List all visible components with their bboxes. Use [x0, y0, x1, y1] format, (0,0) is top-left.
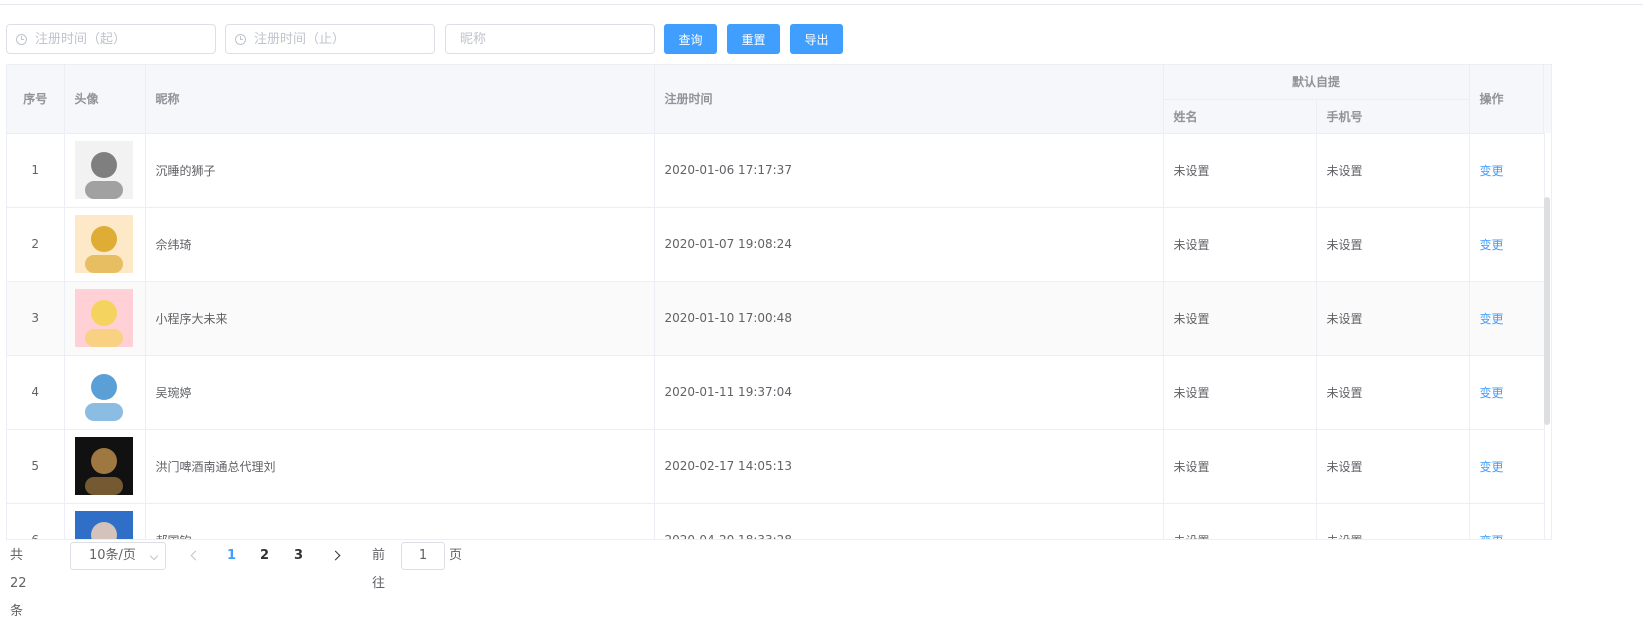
row-action-cell: 变更 [1469, 207, 1545, 282]
change-link[interactable]: 变更 [1480, 238, 1504, 252]
row-nickname: 洪门啤酒南通总代理刘 [145, 429, 655, 504]
row-register-time: 2020-04-20 18:33:28 [654, 503, 1164, 539]
row-register-time: 2020-01-11 19:37:04 [654, 355, 1164, 430]
table-row: 6郝国钧2020-04-20 18:33:28未设置未设置变更 [7, 503, 1545, 540]
avatar [74, 289, 133, 347]
row-index: 4 [7, 355, 65, 430]
page-2-button[interactable]: 2 [260, 542, 269, 570]
row-index: 6 [7, 503, 65, 539]
row-register-time: 2020-02-17 14:05:13 [654, 429, 1164, 504]
table-row: 1 沉睡的狮子 2020-01-06 17:17:37 未设置 未设置 变更 [7, 133, 1545, 208]
avatar [74, 511, 133, 539]
row-name: 未设置 [1163, 281, 1317, 356]
chevron-down-icon [149, 551, 159, 561]
col-header-avatar: 头像 [64, 65, 146, 134]
goto-prefix: 前往 [372, 548, 386, 591]
page-size-select[interactable]: 10条/页 [70, 542, 166, 570]
page-1-button[interactable]: 1 [227, 542, 236, 570]
row-phone: 未设置 [1316, 281, 1470, 356]
avatar [74, 363, 133, 421]
table-scrollbar[interactable] [1544, 197, 1550, 425]
prev-page-button[interactable] [190, 542, 201, 570]
row-nickname: 小程序大未来 [145, 281, 655, 356]
row-action-cell: 变更 [1469, 281, 1545, 356]
row-register-time: 2020-01-07 19:08:24 [654, 207, 1164, 282]
table-row: 3 小程序大未来 2020-01-10 17:00:48 未设置 未设置 变更 [7, 281, 1545, 356]
col-header-index: 序号 [7, 65, 65, 134]
avatar-cell [64, 429, 146, 504]
row-phone: 未设置 [1316, 133, 1470, 208]
change-link[interactable]: 变更 [1480, 534, 1504, 540]
row-action-cell: 变更 [1469, 133, 1545, 208]
start-date-picker[interactable] [6, 24, 216, 54]
page-3-button[interactable]: 3 [294, 542, 303, 570]
row-name: 未设置 [1163, 429, 1317, 504]
row-name: 未设置 [1163, 207, 1317, 282]
avatar-cell [64, 503, 146, 539]
avatar [74, 437, 133, 495]
next-page-button[interactable] [330, 542, 342, 570]
col-header-name: 姓名 [1163, 99, 1317, 134]
start-date-input[interactable] [35, 25, 205, 53]
col-header-default-pickup: 默认自提 [1163, 65, 1470, 100]
col-header-actions: 操作 [1469, 65, 1545, 134]
table-row: 5 洪门啤酒南通总代理刘 2020-02-17 14:05:13 未设置 未设置 变更 [7, 429, 1545, 504]
clock-icon [235, 34, 246, 45]
row-action-cell: 变更 [1469, 355, 1545, 430]
avatar-cell [64, 355, 146, 430]
nickname-field[interactable] [445, 24, 655, 54]
row-name: 未设置 [1163, 503, 1317, 539]
chevron-left-icon [190, 550, 201, 561]
row-name: 未设置 [1163, 133, 1317, 208]
change-link[interactable]: 变更 [1480, 164, 1504, 178]
row-index: 5 [7, 429, 65, 504]
clock-icon [16, 34, 27, 45]
row-register-time: 2020-01-10 17:00:48 [654, 281, 1164, 356]
pagination-total: 共 22 条 [10, 548, 27, 619]
goto-page-input[interactable] [401, 542, 445, 570]
table-header-gutter [1543, 65, 1551, 133]
row-register-time: 2020-01-06 17:17:37 [654, 133, 1164, 208]
avatar [74, 215, 133, 273]
row-action-cell: 变更 [1469, 429, 1545, 504]
query-button[interactable]: 查询 [664, 24, 717, 54]
export-button[interactable]: 导出 [790, 24, 843, 54]
col-header-phone: 手机号 [1316, 99, 1470, 134]
row-phone: 未设置 [1316, 207, 1470, 282]
avatar [74, 141, 133, 199]
row-nickname: 吴琬婷 [145, 355, 655, 430]
row-phone: 未设置 [1316, 355, 1470, 430]
row-name: 未设置 [1163, 355, 1317, 430]
row-phone: 未设置 [1316, 503, 1470, 539]
top-divider [0, 4, 1643, 5]
table-row: 2 佘纬琦 2020-01-07 19:08:24 未设置 未设置 变更 [7, 207, 1545, 282]
avatar-cell [64, 281, 146, 356]
row-nickname: 佘纬琦 [145, 207, 655, 282]
row-index: 2 [7, 207, 65, 282]
goto-suffix: 页 [449, 548, 463, 563]
row-nickname: 沉睡的狮子 [145, 133, 655, 208]
page-size-value: 10条/页 [89, 548, 136, 563]
avatar-cell [64, 133, 146, 208]
change-link[interactable]: 变更 [1480, 460, 1504, 474]
change-link[interactable]: 变更 [1480, 312, 1504, 326]
row-action-cell: 变更 [1469, 503, 1545, 540]
reset-button[interactable]: 重置 [727, 24, 780, 54]
avatar-cell [64, 207, 146, 282]
end-date-picker[interactable] [225, 24, 435, 54]
chevron-right-icon [330, 550, 341, 561]
change-link[interactable]: 变更 [1480, 386, 1504, 400]
row-phone: 未设置 [1316, 429, 1470, 504]
col-header-nickname: 昵称 [145, 65, 655, 134]
end-date-input[interactable] [254, 25, 424, 53]
row-index: 1 [7, 133, 65, 208]
nickname-input[interactable] [460, 25, 650, 53]
col-header-register-time: 注册时间 [654, 65, 1164, 134]
table-row: 4 吴琬婷 2020-01-11 19:37:04 未设置 未设置 变更 [7, 355, 1545, 430]
row-nickname: 郝国钧 [145, 503, 655, 539]
row-index: 3 [7, 281, 65, 356]
user-table: 序号 头像 昵称 注册时间 默认自提 操作 姓名 手机号 1 沉睡的狮子 2020-… [6, 64, 1552, 540]
